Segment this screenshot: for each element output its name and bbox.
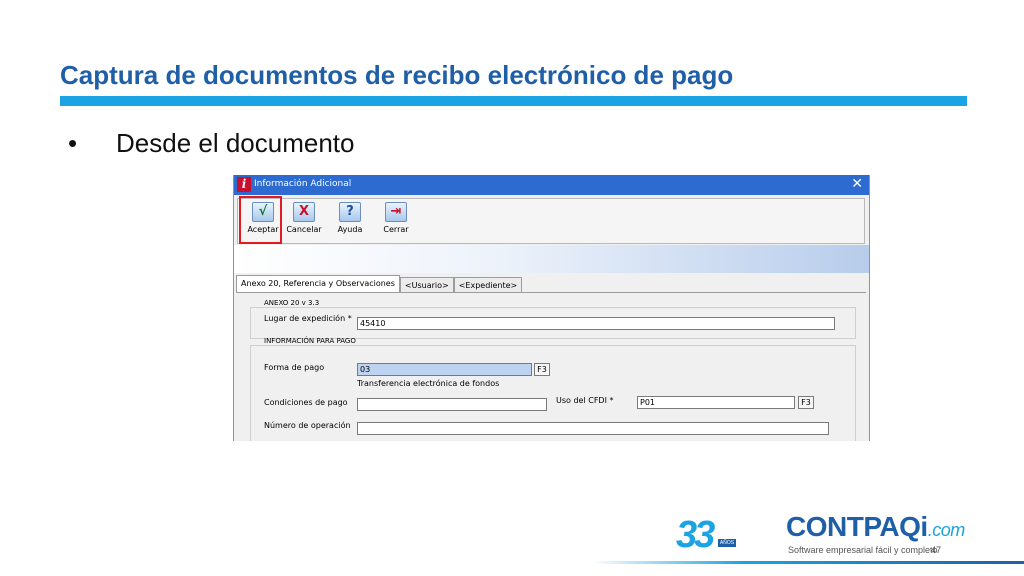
slide-title: Captura de documentos de recibo electrón… [60,60,734,90]
dialog-titlebar: i Información Adicional ✕ [234,175,869,195]
exit-door-icon: ⇥ [385,202,407,222]
forma-pago-input[interactable]: 03 [357,363,532,376]
numero-operacion-input[interactable] [357,422,829,435]
brand-tagline: Software empresarial fácil y completo [788,545,938,555]
aceptar-label: Aceptar [247,225,279,234]
dialog-title: Información Adicional [254,179,352,189]
forma-pago-label: Forma de pago [264,363,325,372]
ayuda-label: Ayuda [337,225,363,234]
dialog-tabs: Anexo 20, Referencia y Observaciones <Usu… [236,275,523,295]
condiciones-pago-label: Condiciones de pago [264,398,348,407]
contpaqi-logo: CONTPAQi.com [786,511,965,543]
header-band [234,245,869,273]
forma-pago-description: Transferencia electrónica de fondos [357,379,500,388]
forma-pago-f3-button[interactable]: F3 [534,363,550,376]
cerrar-button[interactable]: ⇥ Cerrar [376,202,416,240]
uso-cfdi-label: Uso del CFDI * [556,396,614,405]
page-number: 47 [931,545,942,555]
numero-operacion-label: Número de operación [264,421,351,430]
close-icon[interactable]: ✕ [851,176,863,192]
tab-panel: ANEXO 20 v 3.3 Lugar de expedición * 454… [236,292,866,441]
question-icon: ? [339,202,361,222]
bullet-item: • Desde el documento [68,128,354,159]
brand-domain: .com [927,520,966,540]
cerrar-label: Cerrar [383,225,409,234]
bullet-text: Desde el documento [116,128,355,158]
anexo-group-title: ANEXO 20 v 3.3 [264,299,320,307]
informacion-adicional-dialog: i Información Adicional ✕ √ Aceptar X Ca… [233,175,870,441]
anniversary-tag: AÑOS [718,539,736,547]
lugar-expedicion-input[interactable]: 45410 [357,317,835,330]
cancelar-button[interactable]: X Cancelar [284,202,324,240]
check-icon: √ [252,202,274,222]
bullet-marker: • [68,128,78,158]
uso-cfdi-input[interactable]: P01 [637,396,795,409]
cancelar-label: Cancelar [286,225,322,234]
condiciones-pago-input[interactable] [357,398,547,411]
uso-cfdi-f3-button[interactable]: F3 [798,396,814,409]
anniversary-logo: 33 [676,514,715,556]
footer-accent-line [592,561,1024,564]
ayuda-button[interactable]: ? Ayuda [330,202,370,240]
pago-group-title: INFORMACIÓN PARA PAGO [264,337,356,345]
x-icon: X [293,202,315,222]
title-underline-bar [60,96,967,106]
dialog-toolbar: √ Aceptar X Cancelar ? Ayuda ⇥ Cerrar [237,198,865,244]
brand-name: CONTPAQi [786,511,928,542]
aceptar-button[interactable]: √ Aceptar [243,202,283,240]
app-info-icon: i [237,177,251,192]
lugar-expedicion-label: Lugar de expedición * [264,314,352,323]
